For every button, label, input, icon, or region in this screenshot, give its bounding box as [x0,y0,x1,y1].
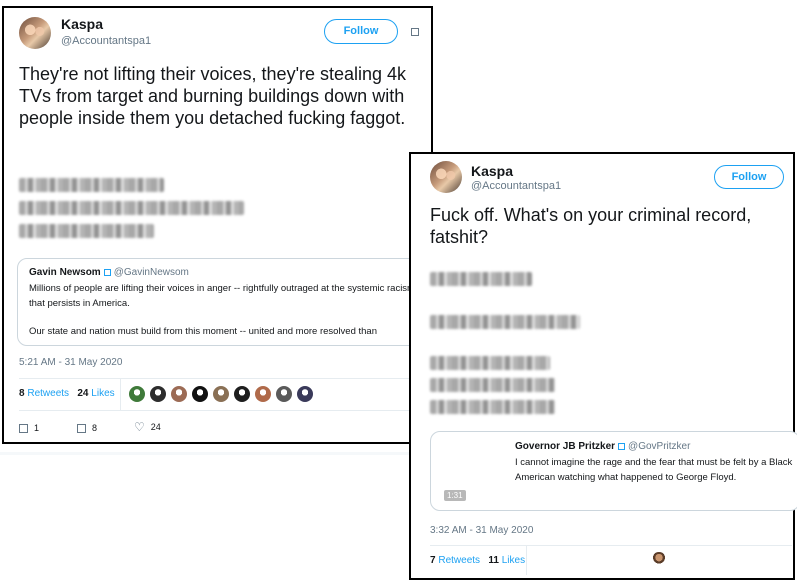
liker-avatar[interactable] [171,386,187,402]
quoted-author: Governor JB Pritzker @GovPritzker [515,441,690,452]
liker-avatar[interactable] [276,386,292,402]
author-name[interactable]: Kaspa [61,16,103,32]
engagement-stats: 7 Retweets 11 Likes [430,555,525,566]
liker-avatar[interactable] [129,386,145,402]
tweet-card-2: Kaspa @Accountantspa1 Follow Fuck off. W… [409,152,797,580]
tweet-timestamp[interactable]: 3:32 AM - 31 May 2020 [430,525,533,536]
retweet-icon [77,423,86,433]
redacted-address-line-2 [19,201,244,215]
quoted-text-paragraph-1: Millions of people are lifting their voi… [29,283,415,309]
author-avatar[interactable] [19,17,51,49]
tweet-text: Fuck off. What's on your criminal record… [430,205,752,247]
liker-avatar[interactable] [255,386,271,402]
author-handle[interactable]: @Accountantspa1 [61,35,151,47]
reply-action[interactable]: 1 [19,423,39,433]
quoted-author-name: Governor JB Pritzker [515,441,616,452]
likes-stat[interactable]: 11 Likes [488,555,525,566]
liker-avatar[interactable] [651,552,667,568]
quoted-tweet[interactable]: 1:31 Governor JB Pritzker @GovPritzker I … [430,431,797,511]
divider [19,410,424,411]
follow-button[interactable]: Follow [714,165,784,189]
liker-avatar[interactable] [297,386,313,402]
tweet-card-1: Kaspa @Accountantspa1 Follow They're not… [2,6,433,444]
quoted-author-handle: @GovPritzker [628,441,691,452]
quoted-author-name: Gavin Newsom [29,267,101,278]
liker-avatar[interactable] [150,386,166,402]
author-avatar[interactable] [430,161,462,193]
follow-button[interactable]: Follow [324,19,398,44]
quoted-text-paragraph-2: Our state and nation must build from thi… [29,326,377,337]
quoted-author: Gavin Newsom @GavinNewsom [29,267,189,278]
retweets-stat[interactable]: 8 Retweets [19,388,69,399]
divider [430,545,792,546]
verified-badge-icon [618,442,626,450]
tweet-timestamp[interactable]: 5:21 AM - 31 May 2020 [19,357,122,368]
author-handle[interactable]: @Accountantspa1 [471,180,561,192]
more-options-icon[interactable] [411,28,419,36]
reply-count: 1 [34,423,40,433]
retweet-count: 8 [92,423,98,433]
likes-stat[interactable]: 24 Likes [77,388,114,399]
redacted-phone-1 [430,356,550,370]
redacted-address-line-2 [430,315,580,329]
liker-avatar[interactable] [192,386,208,402]
stats-separator [526,545,527,575]
heart-icon: ♡ [134,420,145,434]
liker-avatar[interactable] [234,386,250,402]
retweet-action[interactable]: 8 [77,423,97,433]
redacted-address-line-1 [430,272,532,286]
liker-avatar[interactable] [213,386,229,402]
quoted-tweet[interactable]: Gavin Newsom @GavinNewsom Millions of peo… [17,258,427,346]
background-strip [0,452,409,455]
tweet-text: They're not lifting their voices, they'r… [19,64,407,128]
author-name[interactable]: Kaspa [471,163,513,179]
redacted-phone [19,224,154,238]
divider [19,378,424,379]
verified-badge-icon [103,268,111,276]
quoted-video-thumbnail[interactable]: 1:31 [432,433,507,510]
engagement-stats: 8 Retweets 24 Likes [19,388,115,399]
like-action[interactable]: ♡ 24 [134,420,161,434]
redacted-phone-3 [430,400,555,414]
video-duration-badge: 1:31 [444,490,466,501]
retweets-stat[interactable]: 7 Retweets [430,555,480,566]
like-count: 24 [150,422,161,432]
reply-icon [19,423,28,433]
quoted-author-handle: @GavinNewsom [113,267,189,278]
redacted-address-line-1 [19,178,164,192]
quoted-text: I cannot imagine the rage and the fear t… [515,457,793,483]
stats-separator [120,378,121,410]
redacted-phone-2 [430,378,555,392]
